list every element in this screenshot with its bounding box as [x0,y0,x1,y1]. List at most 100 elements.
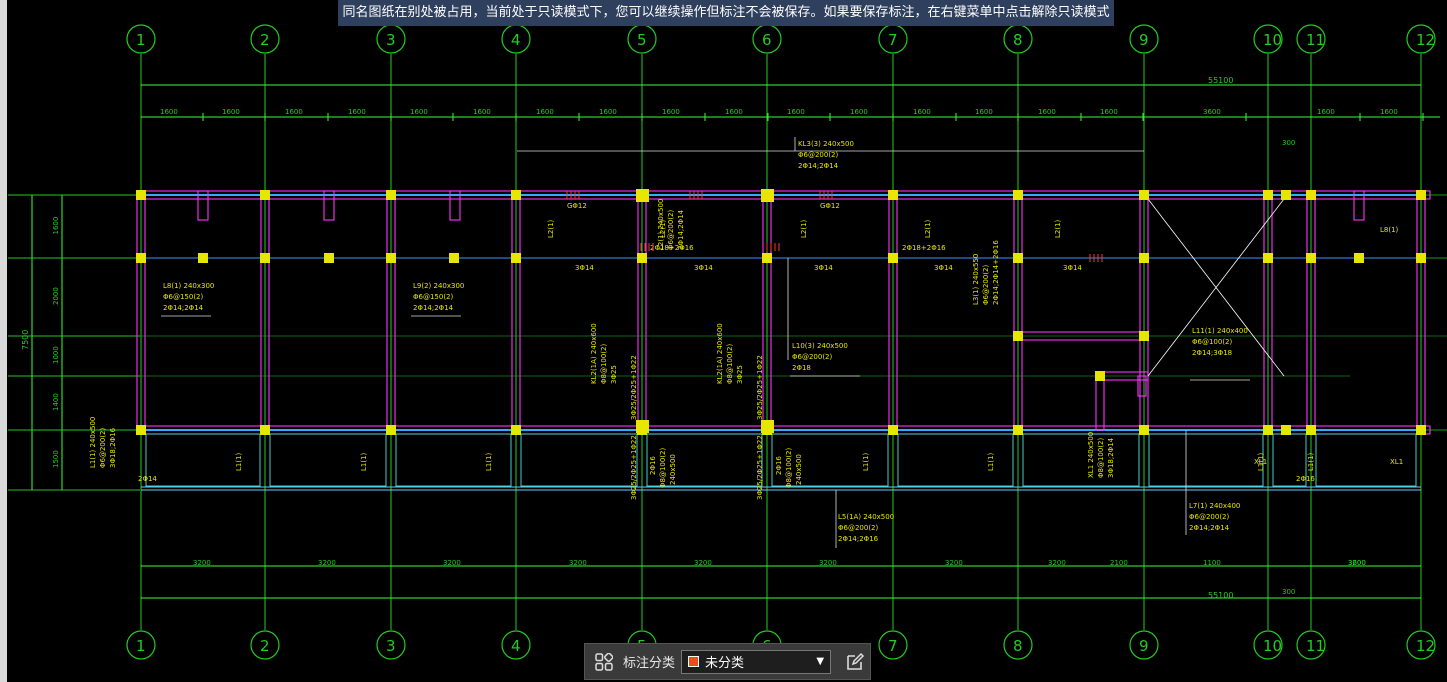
column [1416,253,1426,263]
rebar-label: L8(1) [1380,226,1399,234]
rebar-label: 2Φ14 [138,475,157,483]
axis-label-top: 9 [1139,31,1149,49]
cad-drawing-canvas[interactable]: 1122334455667788991010111112125510055100… [0,0,1447,682]
beam-label-l7: Φ6@200(2) [1189,513,1230,521]
beam-label-l11: Φ6@100(2) [1192,338,1233,346]
dim-top-segment: 1600 [410,108,428,116]
axis-label-bottom: 4 [511,637,521,655]
column [136,190,146,200]
beam-label-kl2: KL2(1A) 240x600 [716,323,724,384]
annotation-category-select[interactable]: 未分类 ▼ [681,649,832,674]
dim-top-segment: 1600 [662,108,680,116]
column [260,190,270,200]
chevron-down-icon: ▼ [816,656,825,667]
edit-icon[interactable] [843,650,867,674]
bay-wall [269,433,387,487]
dim-bottom-segment: 1100 [1203,559,1221,567]
column [511,190,521,200]
beam-label-kl2: 240x500 [795,454,803,485]
column [260,253,270,263]
beam-label-l8: L8(1) 240x300 [163,282,214,290]
beam-label-l9: L9(2) 240x300 [413,282,464,290]
beam-label-kl2: 3Φ25/2Φ25+1Φ22 [630,435,638,500]
column [761,189,774,202]
readonly-notice-banner: 同名图纸在别处被占用，当前处于只读模式下，您可以继续操作但标注不会被保存。如果要… [338,0,1114,26]
beam-label-kl2: 2Φ16 [775,456,783,475]
dim-bottom-segment: 3200 [569,559,587,567]
column [1354,253,1364,263]
grid-icon[interactable] [593,651,615,673]
annotation-category-label: 标注分类 [623,656,676,671]
dim-left-total: 7500 [21,330,30,350]
rebar-label: GΦ12 [567,202,587,210]
column [762,253,772,263]
rebar-label: 2Φ18+2Φ16 [902,244,946,252]
rebar-label: 3Φ14 [1063,264,1082,272]
column [1013,425,1023,435]
beam-label-l11: 2Φ14;3Φ18 [1192,349,1232,357]
dim-gap-bottom: 300 [1282,588,1295,596]
beam-label-l11: L11(1) 240x400 [1192,327,1248,335]
column [888,190,898,200]
column [1139,425,1149,435]
beam-label-l1: L1(1) [862,452,870,471]
dim-top-total: 55100 [1208,76,1233,85]
dim-top-segment: 1600 [975,108,993,116]
column [1263,425,1273,435]
column [1139,331,1149,341]
axis-label-top: 7 [888,31,898,49]
beam-label-l2: L2(1) [800,219,808,238]
axis-label-top: 2 [260,31,270,49]
beam-label-l1: L1(1) [1307,452,1315,471]
column [1139,253,1149,263]
dim-bottom-segment: 3200 [819,559,837,567]
beam-label-l1: L1(1) [987,452,995,471]
beam-label-l1: L1(1) [235,452,243,471]
bay-wall [1148,433,1264,487]
beam-label-kl2: 3Φ25 [736,365,744,384]
column [1281,425,1291,435]
axis-label-top: 10 [1263,31,1282,49]
category-color-swatch [688,656,700,667]
column [136,253,146,263]
dim-top-segment: 1600 [222,108,240,116]
beam-label-l3: 2Φ14;2Φ14+2Φ16 [992,240,1000,305]
column [136,425,146,435]
axis-label-bottom: 9 [1139,637,1149,655]
dim-bottom-segment: 3200 [193,559,211,567]
beam-label-l2: L2(1) [1054,219,1062,238]
axis-label-top: 5 [637,31,647,49]
column [511,425,521,435]
dim-bottom-segment: 2100 [1110,559,1128,567]
beam-label-l10: L10(3) 240x500 [792,342,848,350]
column [1013,331,1023,341]
beam-label-kl2: Φ8@100(2) [600,343,608,384]
beam-label-l3: L3(1) 240x550 [972,254,980,305]
column [1013,190,1023,200]
column [324,253,334,263]
axis-label-bottom: 11 [1306,637,1325,655]
column [1139,190,1149,200]
beam-label-kl2: 3Φ25/2Φ25+1Φ22 [756,355,764,420]
column [1306,253,1316,263]
axis-label-bottom: 8 [1013,637,1023,655]
rebar-label: XL1 [1254,458,1267,466]
beam-label-l2-detail: L2(1) 240x500 [657,199,665,250]
axis-label-top: 1 [136,31,146,49]
rebar-label: 3Φ14 [934,264,953,272]
dim-top-segment: 1600 [536,108,554,116]
dim-bottom-segment: 3200 [1348,559,1366,567]
beam-label-l2-detail: 2Φ14;2Φ14 [677,209,685,250]
beam-label-l1-detail: Φ6@200(2) [99,427,107,468]
beam-label-l9: Φ6@150(2) [413,293,454,301]
axis-label-top: 6 [762,31,772,49]
beam-label-l1: L1(1) [485,452,493,471]
column [198,253,208,263]
column [1263,190,1273,200]
dim-top-segment: 1600 [725,108,743,116]
beam-label-xl1: XL1 240x500 [1087,432,1095,478]
bay-wall [520,433,638,487]
axis-label-top: 12 [1416,31,1435,49]
beam-label-l8: Φ6@150(2) [163,293,204,301]
rebar-label: GΦ12 [820,202,840,210]
